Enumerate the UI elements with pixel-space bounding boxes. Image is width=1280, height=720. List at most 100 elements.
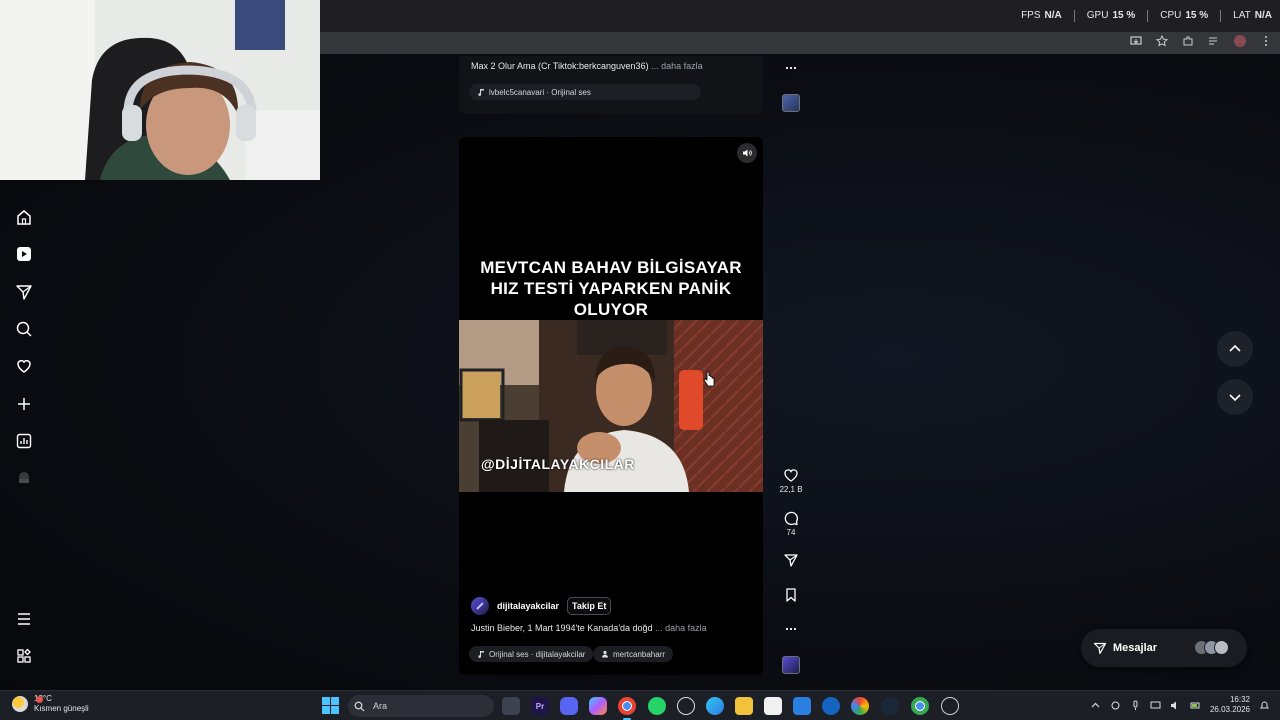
audio-pill[interactable]: Orijinal ses · dijitalayakcilar (469, 646, 594, 662)
edge-app-icon[interactable] (706, 697, 724, 715)
video-watermark: @DİJİTALAYAKCILAR (481, 456, 635, 472)
nav-notifications[interactable] (12, 354, 36, 378)
time: 16:32 (1229, 695, 1250, 704)
messages-label: Mesajlar (1113, 642, 1158, 654)
tagged-user-pill[interactable]: mertcanbaharr (593, 646, 674, 662)
hand-cursor-icon (703, 371, 715, 387)
webcam-image (0, 0, 320, 180)
extensions-icon[interactable] (1182, 35, 1194, 47)
comment-count: 74 (786, 528, 796, 537)
lat-value: N/A (1254, 10, 1272, 21)
apps-icon (17, 648, 31, 663)
comment-button[interactable]: 74 (782, 510, 800, 537)
video-frame[interactable]: @DİJİTALAYAKCILAR (459, 320, 763, 492)
whatsapp-app-icon[interactable] (648, 697, 666, 715)
sound-toggle-button[interactable] (737, 143, 757, 163)
previous-reel-button[interactable] (1217, 331, 1253, 367)
divider (1147, 10, 1149, 22)
chatgpt-app-icon[interactable] (677, 697, 695, 715)
chevron-up-icon[interactable] (1090, 700, 1101, 711)
save-button[interactable] (782, 587, 800, 603)
fps-label: FPS (1021, 10, 1041, 21)
divider (1073, 10, 1075, 22)
headline-line: OLUYOR (573, 300, 649, 319)
reel-post[interactable]: MEVTCAN BAHAV BİLGİSAYAR HIZ TESTİ YAPAR… (459, 137, 763, 675)
cpu-stat: CPU 15 % (1160, 10, 1208, 22)
taskbar-search[interactable]: Ara (348, 695, 494, 717)
author-avatar[interactable] (471, 597, 489, 615)
comment-icon (784, 511, 798, 526)
more-button[interactable] (782, 621, 800, 637)
search-icon (16, 321, 32, 337)
more-link[interactable]: ... daha fazla (655, 623, 707, 633)
person-icon (602, 650, 608, 658)
chevron-up-icon (1229, 344, 1241, 352)
home-icon (17, 210, 31, 225)
follow-button[interactable]: Takip Et (567, 597, 612, 615)
headline-line: MEVTCAN BAHAV BİLGİSAYAR (480, 258, 742, 277)
message-avatars (1194, 640, 1229, 655)
nav-create[interactable] (12, 392, 36, 416)
next-reel-button[interactable] (1217, 379, 1253, 415)
profile-icon[interactable] (1234, 35, 1246, 47)
headline-line: HIZ TESTİ YAPARKEN PANİK (490, 279, 732, 298)
audio-pill[interactable]: lvbelc5canavari · Orijinal ses (469, 84, 701, 100)
app-b-icon[interactable] (851, 697, 869, 715)
more-horizontal-icon (785, 627, 797, 631)
nav-search[interactable] (12, 317, 36, 341)
previous-more-button[interactable] (782, 60, 800, 76)
weather-widget[interactable]: 13°C Kısmen güneşli (12, 694, 89, 714)
folder-app-icon[interactable] (735, 697, 753, 715)
nav-also-from-meta[interactable] (12, 644, 36, 668)
clock[interactable]: 16:32 26.03.2026 (1210, 695, 1250, 715)
notifications-icon[interactable] (1259, 700, 1270, 711)
store-app-icon[interactable] (764, 697, 782, 715)
search-icon (354, 701, 365, 711)
audio-thumbnail[interactable] (782, 656, 800, 674)
microphone-icon[interactable] (1130, 700, 1141, 711)
send-icon (1093, 642, 1107, 655)
install-icon[interactable] (1130, 35, 1142, 47)
location-icon[interactable] (1110, 700, 1121, 711)
share-button[interactable] (782, 552, 800, 568)
steam-app-icon[interactable] (881, 697, 899, 715)
nav-profile[interactable] (12, 466, 36, 490)
taskbar: 13°C Kısmen güneşli Ara Pr (0, 690, 1280, 720)
nav-messages[interactable] (12, 280, 36, 304)
chrome-app-icon[interactable] (618, 697, 636, 720)
menu-icon (18, 613, 30, 625)
previous-post: Max 2 Olur Ama (Cr Tiktok:berkcanguven36… (459, 56, 763, 114)
media-icon[interactable] (1208, 35, 1220, 47)
caption-text: Max 2 Olur Ama (Cr Tiktok:berkcanguven36… (471, 61, 649, 71)
start-button[interactable] (322, 697, 339, 714)
star-icon[interactable] (1156, 35, 1168, 47)
gpu-value: 15 % (1112, 10, 1136, 21)
heart-icon (784, 469, 798, 482)
author-name[interactable]: dijitalayakcilar (497, 601, 559, 611)
nav-reels[interactable] (12, 242, 36, 266)
chrome-alt-app-icon[interactable] (911, 697, 929, 715)
copilot-app-icon[interactable] (589, 697, 607, 715)
caption-text: Justin Bieber, 1 Mart 1994'te Kanada'da … (471, 623, 653, 633)
app-a-icon[interactable] (822, 697, 840, 715)
gpu-label: GPU (1086, 10, 1109, 21)
nav-home[interactable] (12, 205, 36, 229)
mail-app-icon[interactable] (793, 697, 811, 715)
more-link[interactable]: ... daha fazla (651, 61, 703, 71)
previous-audio-thumbnail[interactable] (782, 94, 800, 112)
battery-icon[interactable] (1190, 700, 1201, 711)
notification-badge (36, 696, 43, 703)
premiere-pro-app-icon[interactable]: Pr (531, 697, 549, 715)
avatar (1214, 640, 1229, 655)
like-count: 22,1 B (779, 485, 803, 494)
nav-dashboard[interactable] (12, 429, 36, 453)
file-explorer-app-icon[interactable] (502, 697, 520, 715)
messages-button[interactable]: Mesajlar (1081, 629, 1247, 667)
kebab-menu-icon[interactable] (1260, 35, 1272, 47)
like-button[interactable]: 22,1 B (779, 467, 803, 494)
app-c-icon[interactable] (941, 697, 959, 715)
volume-icon[interactable] (1170, 700, 1181, 711)
network-icon[interactable] (1150, 700, 1161, 711)
discord-app-icon[interactable] (560, 697, 578, 715)
nav-more[interactable] (12, 607, 36, 631)
